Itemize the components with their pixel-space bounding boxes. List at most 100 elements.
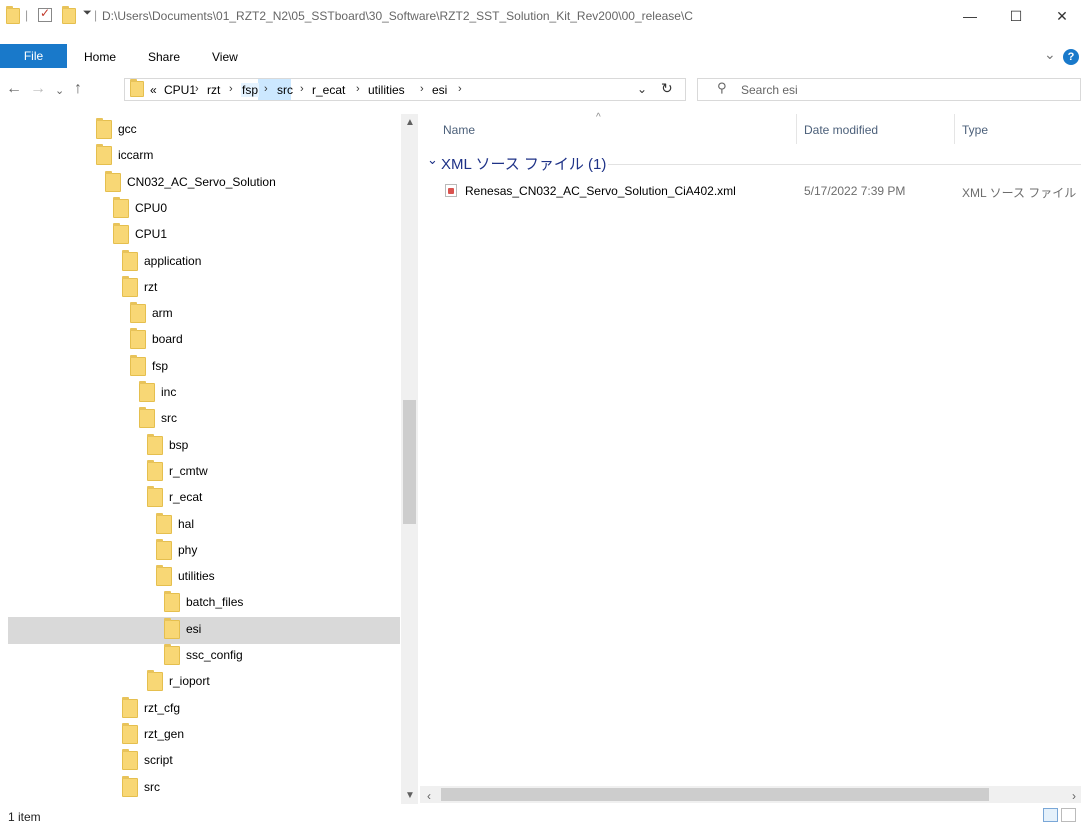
tree-item[interactable]: phy	[8, 537, 400, 563]
group-header[interactable]: XML ソース ファイル (1)	[441, 153, 606, 174]
properties-icon[interactable]: ✓	[38, 6, 52, 22]
tab-file[interactable]: File	[0, 44, 67, 68]
tree-item-label: board	[152, 332, 183, 346]
tree-item-label: r_ecat	[169, 490, 203, 504]
forward-arrow-icon[interactable]: →	[30, 80, 46, 98]
scroll-right-icon[interactable]: ›	[1072, 789, 1076, 803]
group-collapse-icon[interactable]: ⌄	[427, 152, 438, 168]
folder-icon	[164, 618, 180, 639]
tree-item[interactable]: r_ecat	[8, 484, 400, 510]
tree-item[interactable]: src	[8, 405, 400, 431]
tree-item[interactable]: application	[8, 248, 400, 274]
scroll-left-icon[interactable]: ‹	[427, 789, 431, 803]
help-icon[interactable]: ?	[1063, 49, 1079, 65]
tree-item[interactable]: batch_files	[8, 589, 400, 615]
tab-share[interactable]: Share	[148, 50, 180, 64]
tree-item-label: r_cmtw	[169, 464, 208, 478]
tree-item[interactable]: hal	[8, 511, 400, 537]
column-header-date[interactable]: Date modified	[804, 123, 878, 137]
xml-file-icon	[445, 184, 457, 197]
tree-item[interactable]: board	[8, 326, 400, 352]
tree-item[interactable]: utilities	[8, 563, 400, 589]
recent-locations-icon[interactable]: ⌄	[55, 84, 64, 97]
tree-item[interactable]: CPU0	[8, 195, 400, 221]
breadcrumb-cpu1[interactable]: CPU1	[164, 83, 196, 97]
tree-item[interactable]: inc	[8, 379, 400, 405]
folder-icon	[6, 6, 20, 24]
refresh-icon[interactable]: ↻	[661, 80, 673, 97]
tree-item-label: fsp	[152, 359, 169, 373]
details-view-icon[interactable]	[1043, 808, 1058, 822]
column-header-type[interactable]: Type	[962, 123, 988, 137]
tree-item[interactable]: ssc_config	[8, 642, 400, 668]
qat-dropdown-icon[interactable]: ⏷	[83, 7, 92, 20]
folder-icon	[147, 460, 163, 481]
tree-item-label: hal	[178, 517, 195, 531]
list-scrollbar-thumb[interactable]	[441, 788, 989, 801]
up-arrow-icon[interactable]: ↑	[74, 80, 82, 98]
breadcrumb-utilities[interactable]: utilities	[368, 83, 405, 97]
tree-scrollbar-thumb[interactable]	[403, 400, 416, 524]
tree-item-label: iccarm	[118, 148, 154, 162]
large-icons-view-icon[interactable]	[1061, 808, 1076, 822]
tree-item[interactable]: rzt_gen	[8, 721, 400, 747]
tree-item[interactable]: src	[8, 774, 400, 800]
breadcrumb-esi[interactable]: esi	[432, 83, 447, 97]
chevron-right-icon[interactable]: ›	[356, 83, 360, 95]
tree-item-label: script	[144, 753, 173, 767]
folder-icon	[156, 513, 172, 534]
tree-item[interactable]: bsp	[8, 432, 400, 458]
tree-item[interactable]: arm	[8, 300, 400, 326]
group-divider	[608, 164, 1081, 165]
tree-item[interactable]: esi	[8, 616, 400, 642]
tree-item-label: gcc	[118, 122, 137, 136]
tree-item[interactable]: iccarm	[8, 142, 400, 168]
tree-item[interactable]: r_ioport	[8, 668, 400, 694]
tree-item[interactable]: CPU1	[8, 221, 400, 247]
chevron-right-icon[interactable]: ›	[195, 83, 199, 95]
column-divider[interactable]	[796, 114, 797, 144]
chevron-right-icon[interactable]: ›	[229, 83, 233, 95]
tree-item-label: rzt_gen	[144, 727, 185, 741]
back-arrow-icon[interactable]: ←	[6, 80, 22, 98]
chevron-right-icon[interactable]: ›	[300, 83, 304, 95]
tree-item[interactable]: script	[8, 747, 400, 773]
tree-item[interactable]: r_cmtw	[8, 458, 400, 484]
folder-icon	[122, 250, 138, 271]
breadcrumb-rzt[interactable]: rzt	[207, 83, 220, 97]
folder-icon	[122, 276, 138, 297]
breadcrumb-fsp[interactable]: fsp	[241, 83, 260, 97]
minimize-button[interactable]: —	[947, 4, 993, 28]
chevron-right-icon[interactable]: ›	[264, 83, 268, 95]
scroll-down-icon[interactable]: ▼	[405, 790, 415, 801]
breadcrumb-r-ecat[interactable]: r_ecat	[312, 83, 345, 97]
address-dropdown-icon[interactable]: ⌄	[637, 82, 647, 96]
tree-item-label: inc	[161, 385, 177, 399]
tree-item-label: src	[161, 411, 177, 425]
tab-home[interactable]: Home	[84, 50, 116, 64]
file-name[interactable]: Renesas_CN032_AC_Servo_Solution_CiA402.x…	[465, 184, 736, 198]
folder-icon	[164, 591, 180, 612]
tree-item[interactable]: rzt_cfg	[8, 695, 400, 721]
tree-item[interactable]: gcc	[8, 116, 400, 142]
breadcrumb-overflow[interactable]: «	[150, 83, 157, 97]
column-divider[interactable]	[954, 114, 955, 144]
chevron-right-icon[interactable]: ›	[420, 83, 424, 95]
breadcrumb-src[interactable]: src	[277, 83, 293, 97]
tree-item-label: application	[144, 254, 202, 268]
close-button[interactable]: ✕	[1039, 4, 1081, 28]
tree-item[interactable]: CN032_AC_Servo_Solution	[8, 169, 400, 195]
column-header-name[interactable]: Name	[443, 123, 475, 137]
folder-icon	[105, 171, 121, 192]
tree-item-label: arm	[152, 306, 173, 320]
maximize-button[interactable]: ☐	[993, 4, 1039, 28]
tree-item[interactable]: fsp	[8, 353, 400, 379]
ribbon-expand-icon[interactable]: ⌄	[1044, 46, 1056, 63]
scroll-up-icon[interactable]: ▲	[405, 117, 415, 128]
folder-icon	[130, 355, 146, 376]
new-folder-icon[interactable]	[62, 6, 76, 24]
chevron-right-icon[interactable]: ›	[458, 83, 462, 95]
tree-item[interactable]: rzt	[8, 274, 400, 300]
tree-item-label: ssc_config	[186, 648, 243, 662]
tab-view[interactable]: View	[212, 50, 238, 64]
